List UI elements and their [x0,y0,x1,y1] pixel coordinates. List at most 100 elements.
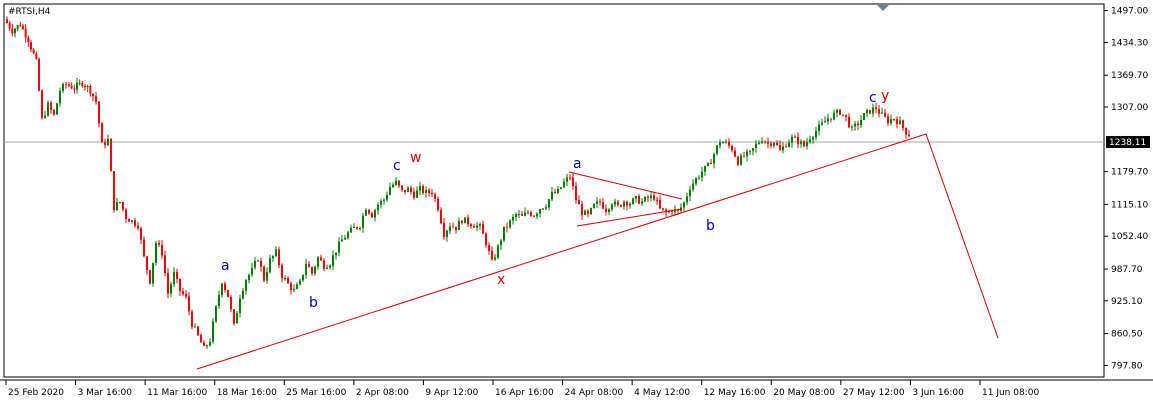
candle-body [845,114,847,117]
candle-body [176,271,178,279]
candle-body [443,223,445,237]
candle-body [533,215,535,217]
candle-body [527,212,529,214]
candle-body [227,289,229,298]
candle-body [848,116,850,128]
x-tick-label: 11 Mar 16:00 [147,388,207,398]
candle-body [257,260,259,262]
candle-body [776,142,778,145]
y-tick-label: 1115.10 [1111,200,1148,210]
candle-body [278,249,280,266]
plot-frame [3,3,1105,378]
candle-body [269,258,271,273]
candle-body [713,153,715,164]
candle-body [743,155,745,157]
candle-body [47,102,49,116]
candle-body [734,150,736,157]
candle-body [836,109,838,113]
candle-body [218,295,220,307]
candle-body [905,127,907,135]
candle-body [833,112,835,120]
candle-body [182,291,184,295]
candle-body [842,114,844,116]
candle-body [128,219,130,222]
candle-body [365,209,367,216]
candle-body [173,271,175,285]
candle-body [788,142,790,147]
candle-body [30,42,32,50]
candle-body [185,294,187,297]
price-chart[interactable]: abc wxabc y 1497.001434.301369.701307.0011… [0,0,1153,405]
candle-body [599,201,601,203]
candle-body [857,123,859,126]
candle-body [695,178,697,184]
candle-body [104,142,106,145]
candle-body [893,119,895,121]
candle-body [770,143,772,146]
candle-body [815,131,817,138]
candle-body [152,262,154,284]
candle-body [881,112,883,114]
candle-body [284,278,286,280]
candle-body [392,184,394,187]
candle-body [380,200,382,205]
candle-body [683,202,685,208]
candle-body [578,200,580,205]
candle-body [899,120,901,125]
candle-body [440,209,442,224]
candle-body [155,242,157,263]
y-tick-label: 1497.00 [1111,7,1148,17]
candle-body [398,180,400,186]
candle-body [542,208,544,210]
x-tick-label: 16 Apr 16:00 [495,388,554,398]
candle-body [896,119,898,125]
candle-body [602,202,604,209]
candle-body [158,242,160,245]
candle-body [287,278,289,284]
candle-body [401,185,403,190]
candle-body [662,208,664,210]
candle-body [755,143,757,149]
candle-body [785,146,787,148]
candle-body [764,141,766,143]
candle-body [698,177,700,179]
x-tick-label: 24 Apr 08:00 [565,388,624,398]
candle-body [818,124,820,132]
candle-body [863,113,865,120]
candle-body [431,192,433,195]
x-tick-label: 27 May 12:00 [843,388,905,398]
candle-body [92,93,94,97]
candle-body [485,233,487,246]
candle-body [791,136,793,143]
wave-label: b [309,295,318,311]
candle-body [242,290,244,299]
chart-window: abcwxabcy 1497.00 1434.30 1369.70 1307.00 11… [0,0,1153,405]
candle-body [464,217,466,224]
candle-body [245,280,247,291]
wave-label: c [393,158,401,174]
candle-body [581,204,583,215]
wave-label: a [573,156,582,172]
candle-body [779,144,781,151]
candle-body [545,207,547,209]
candle-body [614,201,616,205]
candle-body [170,284,172,294]
candle-body [197,326,199,336]
candle-body [191,311,193,327]
candle-body [410,187,412,192]
candle-body [605,208,607,213]
candle-body [908,134,910,137]
candle-body [78,82,81,84]
candle-body [317,257,319,267]
candle-body [722,142,724,144]
candle-body [536,213,538,217]
candle-body [230,297,232,310]
candle-body [101,123,103,143]
y-tick-label: 1434.30 [1111,38,1148,48]
symbol-label: #RTSI,H4 [8,7,51,17]
candle-body [299,280,301,285]
candle-body [710,163,712,165]
candle-body [584,210,586,215]
candle-body [446,230,448,237]
wave-label: y [881,88,889,104]
